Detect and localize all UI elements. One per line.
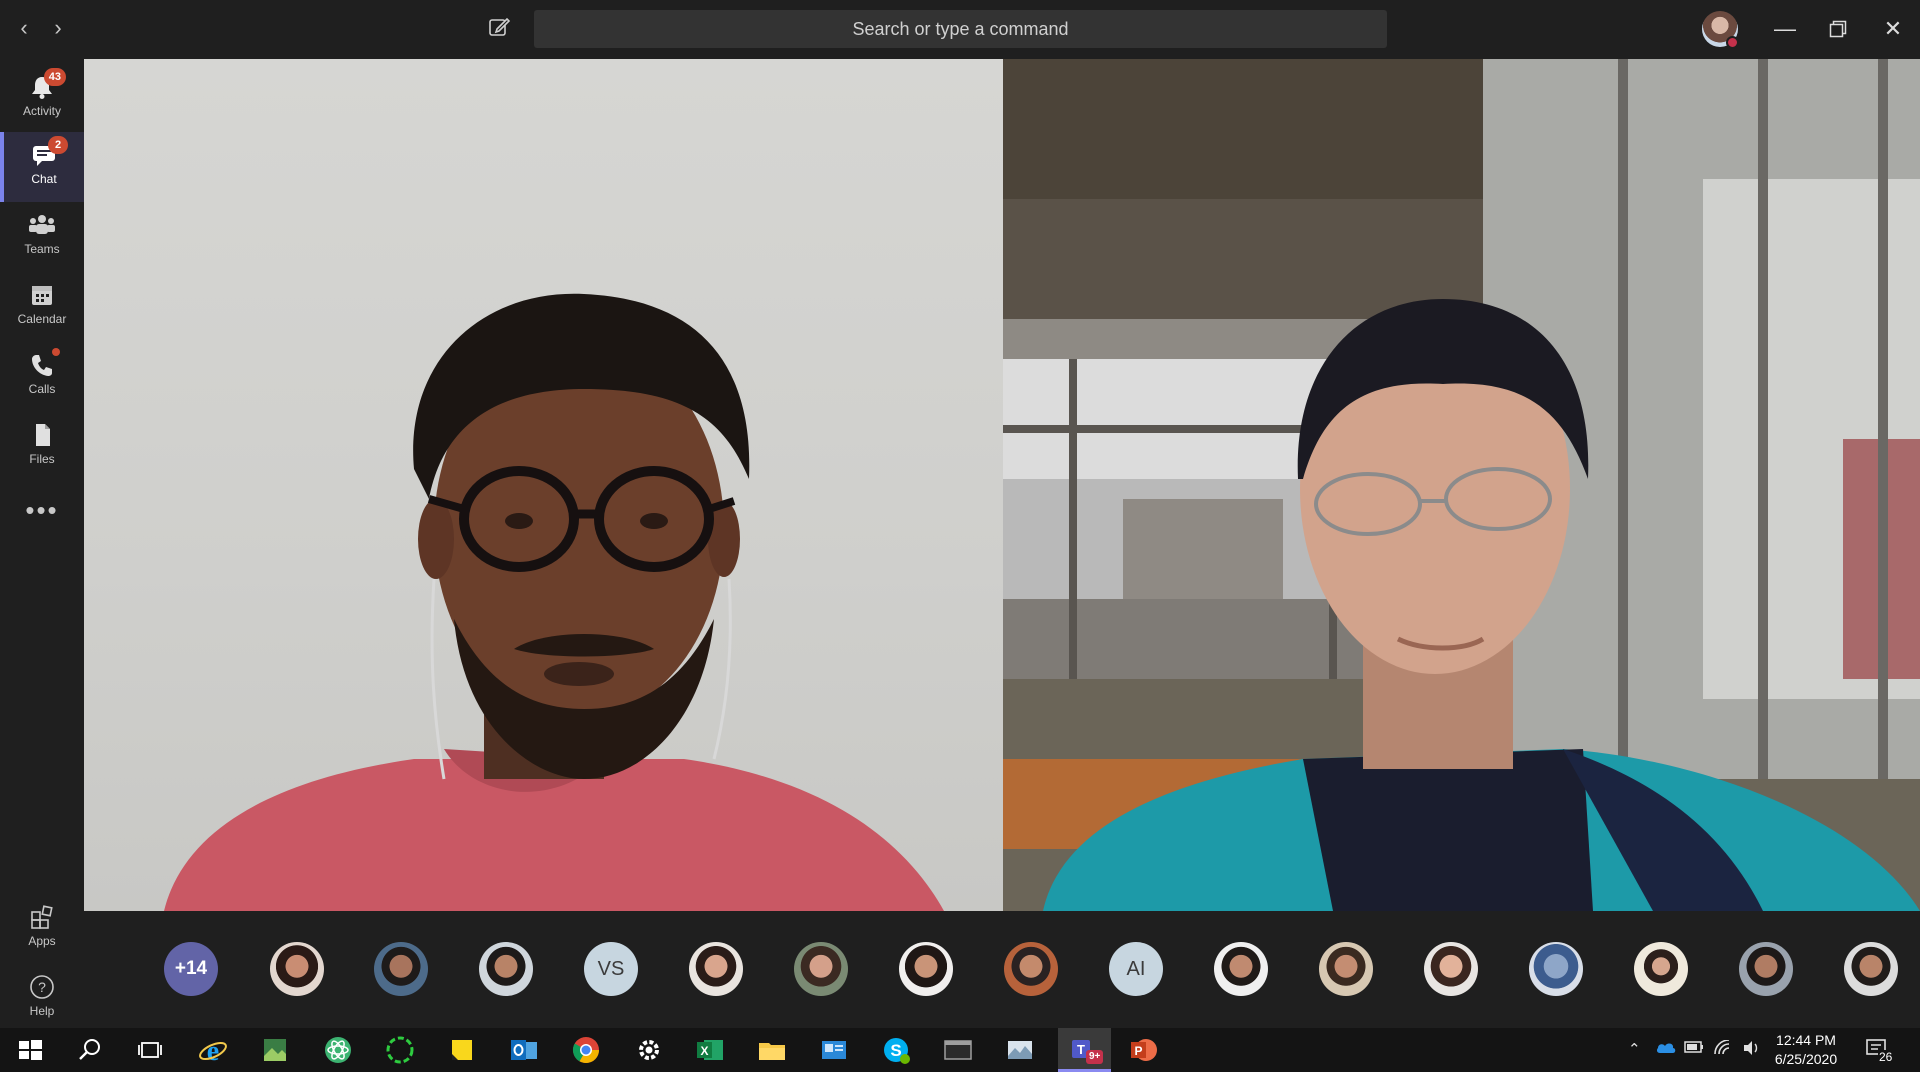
phone-icon: [28, 348, 60, 378]
volume-icon[interactable]: [1742, 1040, 1762, 1060]
teams-taskbar-badge: 9+: [1086, 1050, 1104, 1064]
taskbar-clock[interactable]: 12:44 PM 6/25/2020: [1760, 1031, 1852, 1069]
rail-label: Teams: [24, 242, 60, 256]
participant-avatar[interactable]: [689, 942, 743, 996]
settings-gear-icon[interactable]: [633, 1034, 665, 1066]
wifi-icon[interactable]: [1713, 1039, 1733, 1060]
bell-icon: 43: [28, 68, 66, 100]
clock-date: 6/25/2020: [1774, 1051, 1838, 1067]
participant-avatar[interactable]: [1004, 942, 1058, 996]
outlook-icon[interactable]: [508, 1034, 540, 1066]
svg-text:X: X: [700, 1044, 708, 1058]
rail-label: Files: [29, 452, 55, 466]
svg-text:e: e: [207, 1036, 219, 1066]
more-apps-ellipsis-icon[interactable]: •••: [0, 495, 84, 526]
file-icon: [28, 422, 56, 448]
rail-label: Calendar: [17, 312, 67, 326]
chat-badge: 2: [48, 136, 68, 154]
participant-strip: +14 VS AI: [84, 911, 1920, 1028]
show-hidden-icons-chevron-icon[interactable]: ⌃: [1628, 1040, 1641, 1058]
chat-icon: 2: [30, 136, 68, 168]
battery-icon[interactable]: [1684, 1040, 1704, 1058]
excel-icon[interactable]: X: [694, 1034, 726, 1066]
meeting-stage: [84, 59, 1920, 911]
search-icon[interactable]: [74, 1034, 106, 1066]
participant-avatar[interactable]: [1739, 942, 1793, 996]
svg-text:T: T: [1077, 1042, 1085, 1057]
participant-avatar[interactable]: [899, 942, 953, 996]
rail-item-teams[interactable]: Teams: [0, 202, 84, 272]
image-viewer-icon[interactable]: [259, 1034, 291, 1066]
search-input[interactable]: Search or type a command: [534, 10, 1387, 48]
rail-item-apps[interactable]: Apps: [0, 894, 84, 964]
minimize-icon[interactable]: —: [1765, 10, 1805, 48]
svg-text:S: S: [890, 1041, 901, 1060]
participant-avatar-initials[interactable]: VS: [584, 942, 638, 996]
title-bar: ‹ › Search or type a command — ✕: [0, 0, 1920, 59]
outlook-contacts-icon[interactable]: [818, 1034, 850, 1066]
compose-icon: [489, 17, 511, 36]
teams-icon: [28, 212, 56, 238]
teams-taskbar-active[interactable]: T 9+: [1058, 1028, 1111, 1072]
participant-avatar[interactable]: [270, 942, 324, 996]
participant-avatar[interactable]: [1529, 942, 1583, 996]
participant-avatar-initials[interactable]: AI: [1109, 942, 1163, 996]
rail-label: Activity: [22, 104, 61, 118]
windows-taskbar: e X S T 9+ P ⌃ 12:44 PM 6/25/2020 26: [0, 1028, 1920, 1072]
presence-busy-icon: [1726, 36, 1739, 49]
participant-avatar[interactable]: [374, 942, 428, 996]
command-prompt-icon[interactable]: [942, 1034, 974, 1066]
app-rail: 43 Activity 2 Chat Teams Calendar Calls …: [0, 59, 84, 1028]
participant-video: [164, 293, 944, 911]
activity-badge: 43: [43, 68, 66, 86]
task-view-icon[interactable]: [134, 1034, 166, 1066]
svg-text:?: ?: [38, 979, 46, 995]
file-explorer-icon[interactable]: [756, 1034, 788, 1066]
more-participants-button[interactable]: +14: [164, 942, 218, 996]
clock-time: 12:44 PM: [1776, 1032, 1836, 1048]
participant-avatar[interactable]: [479, 942, 533, 996]
rail-label: Apps: [28, 934, 56, 948]
participant-avatar[interactable]: [1424, 942, 1478, 996]
participant-video: [1003, 59, 1920, 911]
rail-label: Chat: [31, 172, 57, 186]
rail-item-chat[interactable]: 2 Chat: [0, 132, 84, 202]
chrome-icon[interactable]: [570, 1034, 602, 1066]
atom-app-icon[interactable]: [322, 1034, 354, 1066]
participant-video-tile[interactable]: [1003, 59, 1920, 911]
powerpoint-icon[interactable]: P: [1128, 1034, 1160, 1066]
calendar-icon: [28, 282, 56, 308]
participant-avatar[interactable]: [1319, 942, 1373, 996]
svg-text:P: P: [1134, 1044, 1142, 1058]
new-chat-compose-icon[interactable]: [484, 14, 514, 44]
rail-label: Calls: [28, 382, 56, 396]
participant-avatar[interactable]: [1214, 942, 1268, 996]
apps-icon: [28, 904, 56, 930]
close-icon[interactable]: ✕: [1873, 10, 1913, 48]
windows-start-icon[interactable]: [14, 1034, 46, 1066]
help-icon: ?: [28, 974, 56, 1000]
calls-notification-dot: [52, 348, 60, 356]
rail-item-calendar[interactable]: Calendar: [0, 272, 84, 342]
internet-explorer-icon[interactable]: e: [197, 1034, 229, 1067]
back-arrow-icon[interactable]: ‹: [10, 14, 38, 42]
sync-app-icon[interactable]: [384, 1034, 416, 1066]
participant-video-tile[interactable]: [84, 59, 1003, 911]
rail-item-help[interactable]: ? Help: [0, 964, 84, 1034]
skype-icon[interactable]: S: [880, 1034, 912, 1066]
photos-icon[interactable]: [1004, 1034, 1036, 1066]
rail-item-activity[interactable]: 43 Activity: [0, 64, 84, 134]
participant-avatar[interactable]: [1844, 942, 1898, 996]
action-center-icon[interactable]: 26: [1864, 1036, 1894, 1066]
onedrive-cloud-icon[interactable]: [1655, 1039, 1677, 1059]
rail-item-files[interactable]: Files: [0, 412, 84, 482]
rail-label: Help: [29, 1004, 55, 1018]
notification-count: 26: [1878, 1050, 1894, 1064]
restore-icon[interactable]: [1818, 10, 1858, 48]
participant-avatar[interactable]: [794, 942, 848, 996]
sticky-notes-icon[interactable]: [446, 1034, 478, 1066]
participant-avatar[interactable]: [1634, 942, 1688, 996]
forward-arrow-icon[interactable]: ›: [44, 14, 72, 42]
rail-item-calls[interactable]: Calls: [0, 342, 84, 412]
